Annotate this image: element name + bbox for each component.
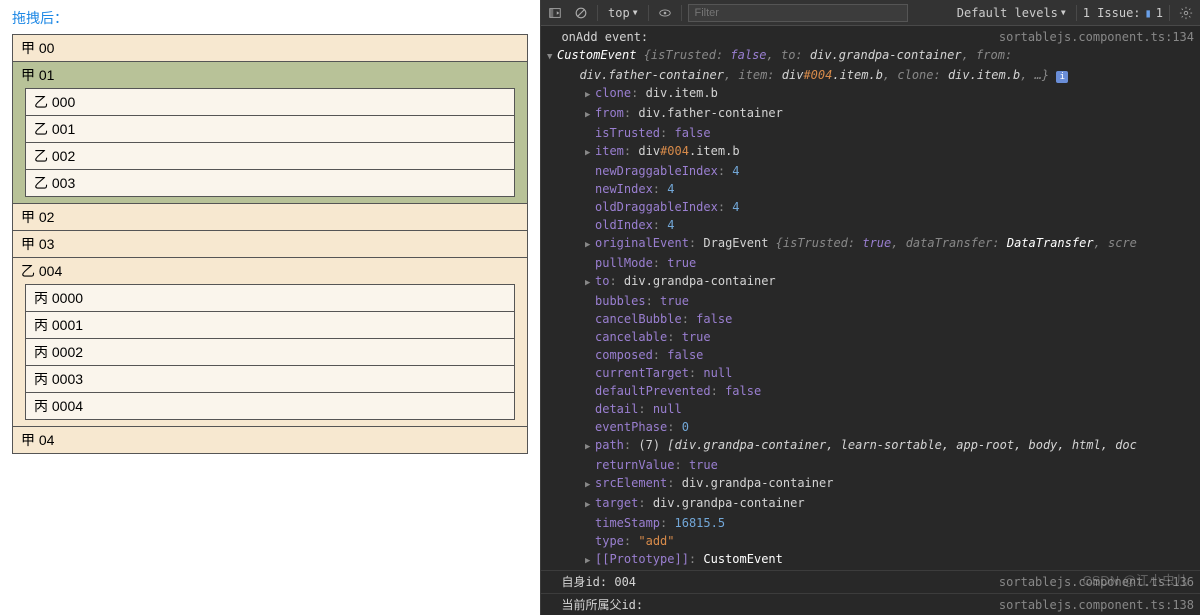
list-item[interactable]: 丙 0003 [25, 365, 515, 392]
item-label: 甲 01 [21, 65, 519, 85]
console-row[interactable]: type: "add" [541, 532, 1200, 550]
console-row[interactable]: cancelable: true [541, 328, 1200, 346]
console-row[interactable]: ▶srcElement: div.grandpa-container [541, 474, 1200, 494]
console-row[interactable]: eventPhase: 0 [541, 418, 1200, 436]
source-link[interactable]: sortablejs.component.ts:138 [999, 597, 1194, 613]
toggle-sidebar-icon[interactable] [545, 3, 565, 23]
live-expression-icon[interactable] [655, 3, 675, 23]
list-item[interactable]: 甲 04 [13, 427, 527, 453]
console-row[interactable]: onAdd event:sortablejs.component.ts:134 [541, 28, 1200, 46]
console-row[interactable]: 自身id: 004sortablejs.component.ts:136 [541, 570, 1200, 593]
console-row[interactable]: oldDraggableIndex: 4 [541, 198, 1200, 216]
list-item[interactable]: 丙 0004 [25, 392, 515, 420]
console-row[interactable]: timeStamp: 16815.5 [541, 514, 1200, 532]
console-row[interactable]: ▶[[Prototype]]: CustomEvent [541, 550, 1200, 570]
console-row[interactable]: cancelBubble: false [541, 310, 1200, 328]
separator [597, 5, 598, 21]
console-row[interactable]: currentTarget: null [541, 364, 1200, 382]
separator [1076, 5, 1077, 21]
separator [681, 5, 682, 21]
item-label: 乙 004 [21, 261, 519, 281]
sortable-demo-panel: 拖拽后： 甲 00甲 01乙 000乙 001乙 002乙 003甲 02甲 0… [0, 0, 540, 615]
list-item[interactable]: 乙 001 [25, 115, 515, 142]
context-selector[interactable]: top▼ [604, 6, 642, 20]
source-link[interactable]: sortablejs.component.ts:136 [999, 574, 1194, 590]
separator [1169, 5, 1170, 21]
settings-icon[interactable] [1176, 3, 1196, 23]
console-row[interactable]: ▶clone: div.item.b [541, 84, 1200, 104]
console-row[interactable]: detail: null [541, 400, 1200, 418]
console-row[interactable]: bubbles: true [541, 292, 1200, 310]
console-row[interactable]: ▶from: div.father-container [541, 104, 1200, 124]
issues-button[interactable]: 1 Issue: ▮ 1 [1083, 6, 1163, 20]
console-row[interactable]: ▼CustomEvent {isTrusted: false, to: div.… [541, 46, 1200, 66]
devtools-panel: top▼ Default levels▼ 1 Issue: ▮ 1 onAdd … [540, 0, 1200, 615]
console-row[interactable]: 当前所属父id:sortablejs.component.ts:138 [541, 593, 1200, 615]
list-item[interactable]: 乙 003 [25, 169, 515, 197]
page-title: 拖拽后： [12, 8, 528, 28]
log-levels-selector[interactable]: Default levels▼ [953, 6, 1070, 20]
console-row[interactable]: newIndex: 4 [541, 180, 1200, 198]
list-item[interactable]: 乙 002 [25, 142, 515, 169]
nested-container[interactable]: 乙 000乙 001乙 002乙 003 [25, 88, 515, 197]
list-item[interactable]: 甲 02 [13, 204, 527, 231]
filter-input[interactable] [688, 4, 908, 22]
console-output[interactable]: onAdd event:sortablejs.component.ts:134▼… [541, 26, 1200, 615]
console-row[interactable]: composed: false [541, 346, 1200, 364]
console-row[interactable]: newDraggableIndex: 4 [541, 162, 1200, 180]
info-icon[interactable]: i [1056, 71, 1068, 83]
console-toolbar: top▼ Default levels▼ 1 Issue: ▮ 1 [541, 0, 1200, 26]
list-item[interactable]: 甲 03 [13, 231, 527, 258]
source-link[interactable]: sortablejs.component.ts:134 [999, 29, 1194, 45]
list-item[interactable]: 乙 004 丙 0000丙 0001丙 0002丙 0003丙 0004 [13, 258, 527, 427]
separator [648, 5, 649, 21]
console-row[interactable]: oldIndex: 4 [541, 216, 1200, 234]
nested-container[interactable]: 丙 0000丙 0001丙 0002丙 0003丙 0004 [25, 284, 515, 420]
list-item[interactable]: 丙 0000 [25, 284, 515, 311]
console-row[interactable]: pullMode: true [541, 254, 1200, 272]
console-row[interactable]: ▶item: div#004.item.b [541, 142, 1200, 162]
grandpa-container[interactable]: 甲 00甲 01乙 000乙 001乙 002乙 003甲 02甲 03乙 00… [12, 34, 528, 454]
console-row[interactable]: ▶path: (7) [div.grandpa-container, learn… [541, 436, 1200, 456]
console-row[interactable]: returnValue: true [541, 456, 1200, 474]
console-row[interactable]: ▶to: div.grandpa-container [541, 272, 1200, 292]
list-item[interactable]: 甲 00 [13, 35, 527, 62]
console-row[interactable]: ▶originalEvent: DragEvent {isTrusted: tr… [541, 234, 1200, 254]
list-item[interactable]: 甲 01 乙 000乙 001乙 002乙 003 [13, 62, 527, 204]
list-item[interactable]: 丙 0001 [25, 311, 515, 338]
console-row[interactable]: defaultPrevented: false [541, 382, 1200, 400]
console-row[interactable]: ▶target: div.grandpa-container [541, 494, 1200, 514]
console-row[interactable]: div.father-container, item: div#004.item… [541, 66, 1200, 84]
list-item[interactable]: 乙 000 [25, 88, 515, 115]
list-item[interactable]: 丙 0002 [25, 338, 515, 365]
console-row[interactable]: isTrusted: false [541, 124, 1200, 142]
clear-console-icon[interactable] [571, 3, 591, 23]
